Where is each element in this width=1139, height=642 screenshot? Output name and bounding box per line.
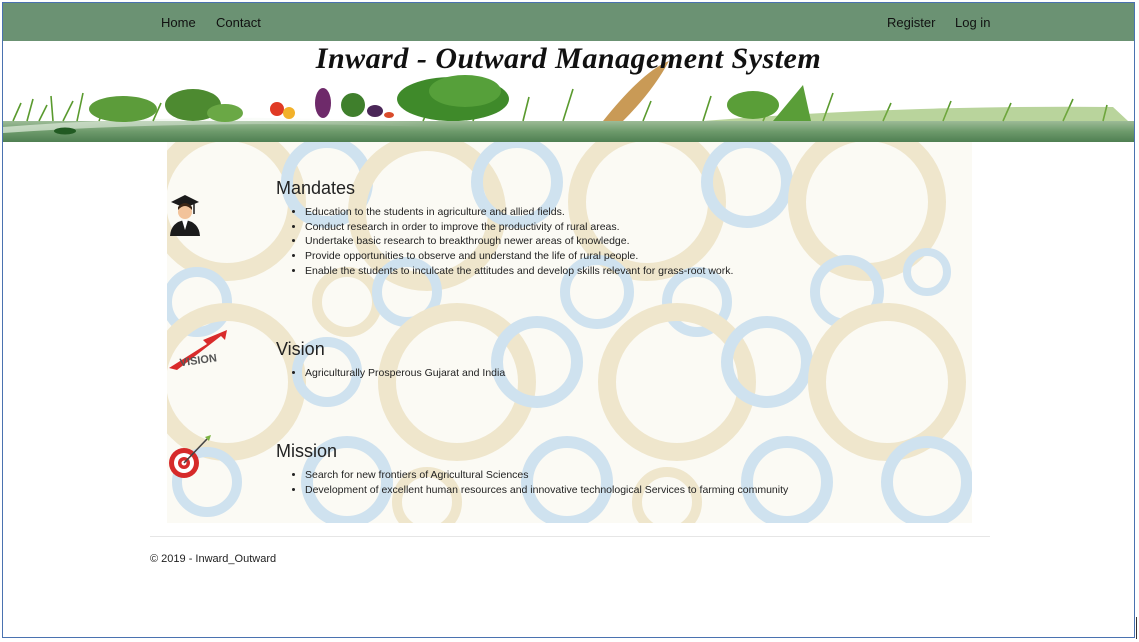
browser-page: Home Contact Register Log in Inward - Ou… bbox=[2, 2, 1135, 638]
vision-icon-text: VISION bbox=[179, 352, 218, 369]
mandates-list: Education to the students in agriculture… bbox=[276, 205, 733, 279]
vision-list: Agriculturally Prosperous Gujarat and In… bbox=[276, 366, 505, 381]
mission-list: Search for new frontiers of Agricultural… bbox=[276, 468, 788, 497]
vision-arrow-icon: VISION bbox=[169, 330, 227, 370]
footer-divider bbox=[150, 536, 990, 537]
list-item: Conduct research in order to improve the… bbox=[305, 220, 733, 235]
main-content: Mandates Education to the students in ag… bbox=[167, 142, 972, 523]
footer-copyright: © 2019 - Inward_Outward bbox=[150, 553, 277, 565]
nav-contact-link[interactable]: Contact bbox=[216, 15, 261, 30]
mission-title: Mission bbox=[276, 441, 338, 461]
list-item: Enable the students to inculcate the att… bbox=[305, 264, 733, 279]
nav-login-link[interactable]: Log in bbox=[955, 15, 990, 30]
list-item: Development of excellent human resources… bbox=[305, 483, 788, 498]
text-cursor bbox=[1136, 617, 1137, 639]
list-item: Search for new frontiers of Agricultural… bbox=[305, 468, 788, 483]
nav-register-link[interactable]: Register bbox=[887, 15, 935, 30]
list-item: Education to the students in agriculture… bbox=[305, 205, 733, 220]
background-circles-pattern bbox=[167, 142, 972, 523]
vision-title: Vision bbox=[276, 339, 325, 359]
list-item: Agriculturally Prosperous Gujarat and In… bbox=[305, 366, 505, 381]
top-navbar: Home Contact Register Log in bbox=[3, 3, 1134, 41]
mandates-title: Mandates bbox=[276, 178, 356, 198]
header-banner: Inward - Outward Management System bbox=[3, 41, 1134, 142]
banner-title: Inward - Outward Management System bbox=[315, 42, 822, 75]
graduate-icon bbox=[170, 195, 200, 236]
nav-home-link[interactable]: Home bbox=[161, 15, 196, 30]
list-item: Undertake basic research to breakthrough… bbox=[305, 234, 733, 249]
list-item: Provide opportunities to observe and und… bbox=[305, 249, 733, 264]
target-icon bbox=[169, 435, 211, 478]
